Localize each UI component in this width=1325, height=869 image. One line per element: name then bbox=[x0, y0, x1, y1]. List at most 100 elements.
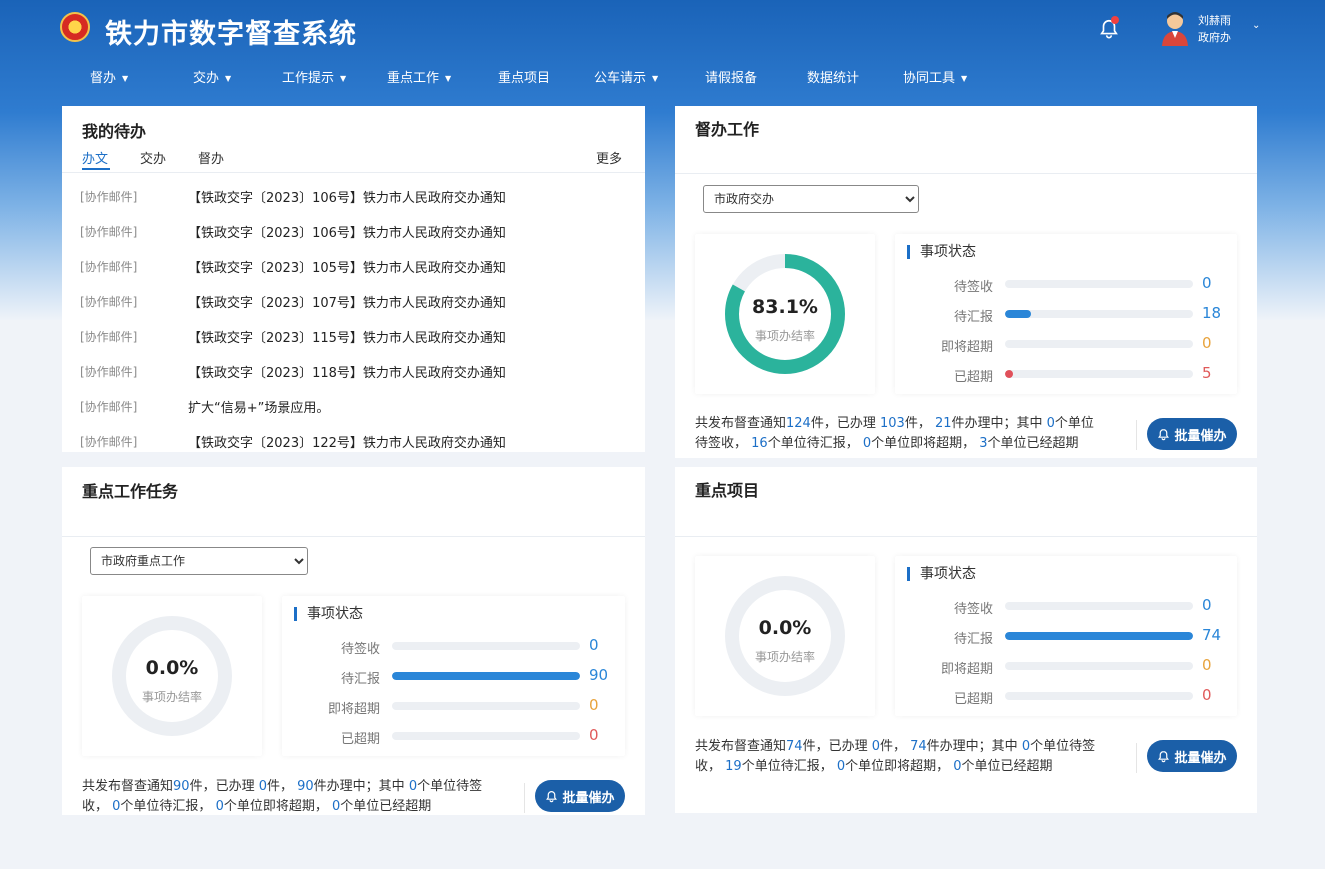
completion-rate-label: 事项办结率 bbox=[754, 329, 815, 343]
nav-item-key-work[interactable]: 重点工作 ▼ bbox=[387, 67, 451, 86]
status-bar bbox=[1005, 280, 1193, 288]
button-label: 批量催办 bbox=[1174, 428, 1227, 444]
list-item[interactable]: [协作邮件] 【铁政交字〔2023〕115号】铁力市人民政府交办通知 bbox=[80, 326, 620, 346]
status-title: 事项状态 bbox=[907, 567, 976, 581]
nav-item-jiaoban[interactable]: 交办 ▼ bbox=[193, 67, 231, 86]
completion-rate: 0.0% bbox=[145, 657, 199, 679]
tab-duban[interactable]: 督办 bbox=[198, 148, 224, 167]
nav-label: 数据统计 bbox=[807, 71, 860, 86]
bell-icon bbox=[546, 790, 558, 802]
status-label: 待签收 bbox=[953, 602, 993, 617]
summary-text-part: 个单位待签 bbox=[417, 779, 483, 794]
status-value: 0 bbox=[589, 726, 599, 744]
item-title: 【铁政交字〔2023〕106号】铁力市人民政府交办通知 bbox=[188, 191, 506, 206]
tab-jiaoban[interactable]: 交办 bbox=[140, 148, 166, 167]
status-bar-fill bbox=[1005, 632, 1193, 640]
status-label: 待汇报 bbox=[340, 672, 380, 687]
separator bbox=[1136, 420, 1137, 450]
nav-item-duban[interactable]: 督办 ▼ bbox=[90, 67, 128, 86]
summary-text-part: 待签收， bbox=[695, 436, 752, 451]
batch-urge-button[interactable]: 批量催办 bbox=[1147, 740, 1237, 772]
batch-urge-button[interactable]: 批量催办 bbox=[1147, 418, 1237, 450]
summary-number: 103 bbox=[879, 416, 905, 431]
list-item[interactable]: [协作邮件] 【铁政交字〔2023〕105号】铁力市人民政府交办通知 bbox=[80, 256, 620, 276]
keywork-select[interactable]: 市政府重点工作 bbox=[90, 547, 308, 575]
nav-label: 协同工具 bbox=[903, 71, 956, 86]
emblem-icon bbox=[60, 12, 90, 42]
batch-urge-button[interactable]: 批量催办 bbox=[535, 780, 625, 812]
list-item[interactable]: [协作邮件] 【铁政交字〔2023〕122号】铁力市人民政府交办通知 bbox=[80, 431, 620, 451]
status-label: 待汇报 bbox=[953, 310, 993, 325]
status-value: 0 bbox=[589, 636, 599, 654]
status-bar bbox=[392, 672, 580, 680]
summary-text-part: 件办理中；其中 bbox=[313, 779, 409, 794]
status-label: 待签收 bbox=[340, 642, 380, 657]
summary-number: 90 bbox=[173, 779, 190, 794]
summary-text-part: 件办理中；其中 bbox=[951, 416, 1047, 431]
status-value: 0 bbox=[589, 696, 599, 714]
item-title: 【铁政交字〔2023〕122号】铁力市人民政府交办通知 bbox=[188, 436, 506, 451]
summary-text-part: 共发布督查通知 bbox=[695, 739, 787, 754]
status-value: 0 bbox=[1202, 656, 1212, 674]
summary-text-part: 个单位已经超期 bbox=[340, 799, 432, 814]
status-bar bbox=[392, 642, 580, 650]
tab-banwen[interactable]: 办文 bbox=[82, 148, 108, 167]
item-tag: [协作邮件] bbox=[80, 400, 138, 414]
item-title: 扩大“信易+”场景应用。 bbox=[188, 401, 330, 416]
status-label: 即将超期 bbox=[940, 340, 993, 355]
nav-label: 督办 bbox=[90, 71, 117, 86]
nav-item-key-projects[interactable]: 重点项目 bbox=[498, 67, 550, 86]
summary-text-part: 件， bbox=[904, 416, 935, 431]
summary-text-part: 件，已办理 bbox=[802, 739, 872, 754]
caret-down-icon: ▼ bbox=[445, 74, 452, 83]
list-item[interactable]: [协作邮件] 【铁政交字〔2023〕118号】铁力市人民政府交办通知 bbox=[80, 361, 620, 381]
status-value: 0 bbox=[1202, 274, 1212, 292]
list-item[interactable]: [协作邮件] 【铁政交字〔2023〕107号】铁力市人民政府交办通知 bbox=[80, 291, 620, 311]
summary-text-part: 个单位即将超期， bbox=[223, 799, 332, 814]
nav-label: 重点项目 bbox=[498, 71, 551, 86]
item-tag: [协作邮件] bbox=[80, 260, 138, 274]
status-bar bbox=[1005, 310, 1193, 318]
more-link[interactable]: 更多 bbox=[596, 148, 622, 167]
summary-text-part: 共发布督查通知 bbox=[695, 416, 787, 431]
item-title: 【铁政交字〔2023〕106号】铁力市人民政府交办通知 bbox=[188, 226, 506, 241]
summary-text-part: 个单位已经超期 bbox=[987, 436, 1079, 451]
nav-item-statistics[interactable]: 数据统计 bbox=[807, 67, 859, 86]
status-value: 74 bbox=[1202, 626, 1222, 644]
user-info[interactable]: 刘赫雨 政府办 bbox=[1198, 12, 1231, 46]
summary-number: 0 bbox=[862, 436, 872, 451]
nav-item-car-request[interactable]: 公车请示 ▼ bbox=[594, 67, 658, 86]
nav-label: 公车请示 bbox=[594, 71, 647, 86]
list-item[interactable]: [协作邮件] 扩大“信易+”场景应用。 bbox=[80, 396, 620, 416]
divider bbox=[675, 536, 1257, 537]
nav-item-collab-tools[interactable]: 协同工具 ▼ bbox=[903, 67, 967, 86]
avatar[interactable] bbox=[1160, 10, 1190, 46]
bell-icon bbox=[1158, 428, 1170, 440]
status-bar bbox=[392, 732, 580, 740]
nav-label: 交办 bbox=[193, 71, 220, 86]
status-label: 待签收 bbox=[953, 280, 993, 295]
item-tag: [协作邮件] bbox=[80, 190, 138, 204]
nav-item-leave-report[interactable]: 请假报备 bbox=[705, 67, 757, 86]
supervise-select[interactable]: 市政府交办 bbox=[703, 185, 919, 213]
bell-icon bbox=[1158, 750, 1170, 762]
nav-item-work-tips[interactable]: 工作提示 ▼ bbox=[282, 67, 346, 86]
completion-rate-label: 事项办结率 bbox=[141, 690, 202, 704]
item-tag: [协作邮件] bbox=[80, 295, 138, 309]
summary-number: 74 bbox=[910, 739, 927, 754]
summary-number: 90 bbox=[297, 779, 314, 794]
summary-text-part: 个单位待签 bbox=[1030, 739, 1096, 754]
user-dept: 政府办 bbox=[1198, 31, 1231, 44]
summary-number: 0 bbox=[258, 779, 267, 794]
status-label: 待汇报 bbox=[953, 632, 993, 647]
caret-down-icon: ▼ bbox=[225, 74, 232, 83]
completion-rate: 83.1% bbox=[752, 296, 818, 318]
summary-number: 19 bbox=[725, 759, 742, 774]
chevron-down-icon[interactable]: ⌄ bbox=[1252, 20, 1260, 31]
list-item[interactable]: [协作邮件] 【铁政交字〔2023〕106号】铁力市人民政府交办通知 bbox=[80, 186, 620, 206]
summary-number: 74 bbox=[786, 739, 803, 754]
list-item[interactable]: [协作邮件] 【铁政交字〔2023〕106号】铁力市人民政府交办通知 bbox=[80, 221, 620, 241]
summary-text-part: 个单位即将超期， bbox=[845, 759, 954, 774]
summary-text-part: 件， bbox=[879, 739, 911, 754]
status-label: 已超期 bbox=[953, 370, 993, 385]
